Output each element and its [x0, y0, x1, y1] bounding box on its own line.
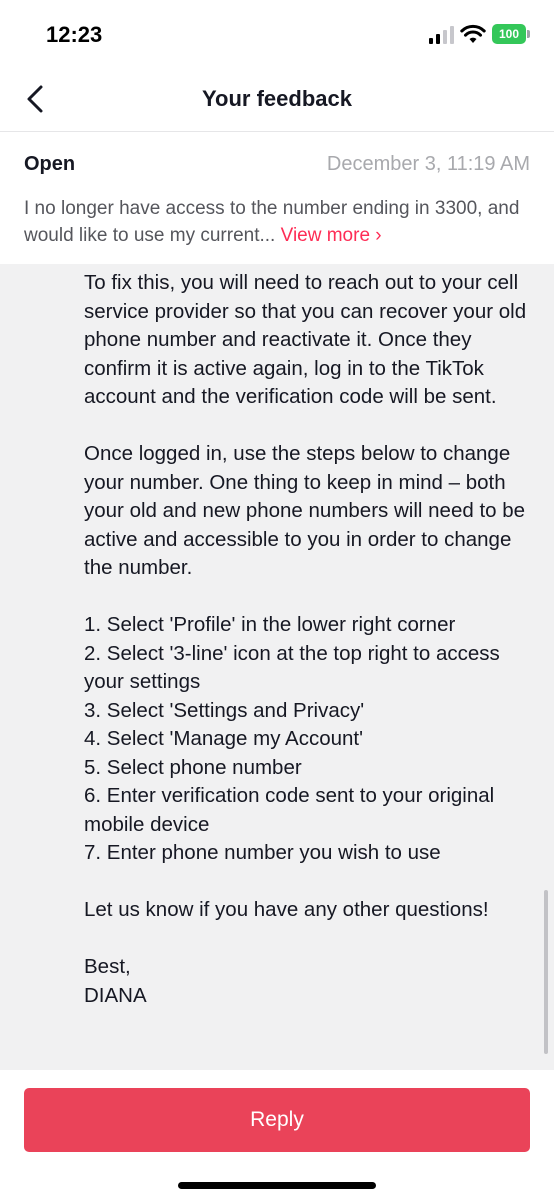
- battery-icon: 100: [492, 24, 530, 44]
- message-closing: Let us know if you have any other questi…: [84, 898, 489, 921]
- step-item: 3. Select 'Settings and Privacy': [84, 698, 365, 722]
- status-bar: 12:23 100: [0, 0, 554, 66]
- battery-level: 100: [492, 24, 526, 44]
- message-paragraph: To fix this, you will need to reach out …: [84, 271, 527, 408]
- message-thread[interactable]: To fix this, you will need to reach out …: [0, 264, 554, 1070]
- signal-icon: [429, 26, 454, 44]
- step-item: 6. Enter verification code sent to your …: [84, 784, 495, 836]
- ticket-summary-text: I no longer have access to the number en…: [24, 198, 520, 246]
- step-item: 5. Select phone number: [84, 755, 302, 779]
- message-signoff: Best,: [84, 955, 131, 978]
- scrollbar[interactable]: [544, 890, 548, 1054]
- reply-button[interactable]: Reply: [24, 1088, 530, 1152]
- support-reply-message: To fix this, you will need to reach out …: [84, 269, 534, 1010]
- nav-bar: Your feedback: [0, 66, 554, 132]
- step-item: 2. Select '3-line' icon at the top right…: [84, 641, 500, 694]
- battery-cap: [527, 30, 530, 38]
- home-indicator[interactable]: [178, 1182, 376, 1189]
- wifi-icon: [460, 24, 486, 43]
- ticket-header: Open December 3, 11:19 AM I no longer ha…: [0, 133, 554, 264]
- page-title: Your feedback: [202, 86, 352, 111]
- message-signature: DIANA: [84, 983, 147, 1007]
- ticket-status: Open: [24, 153, 76, 175]
- step-item: 1. Select 'Profile' in the lower right c…: [84, 613, 456, 636]
- status-time: 12:23: [46, 22, 103, 47]
- feedback-screen: 12:23 100 Your feedback Open December 3,…: [0, 0, 554, 1200]
- ticket-summary: I no longer have access to the number en…: [24, 195, 534, 249]
- bottom-action-bar: Reply: [0, 1070, 554, 1200]
- ticket-date: December 3, 11:19 AM: [326, 153, 530, 175]
- message-paragraph: Once logged in, use the steps below to c…: [84, 442, 526, 579]
- step-item: 7. Enter phone number you wish to use: [84, 841, 441, 864]
- step-item: 4. Select 'Manage my Account': [84, 727, 364, 750]
- view-more-link[interactable]: View more ›: [281, 225, 382, 246]
